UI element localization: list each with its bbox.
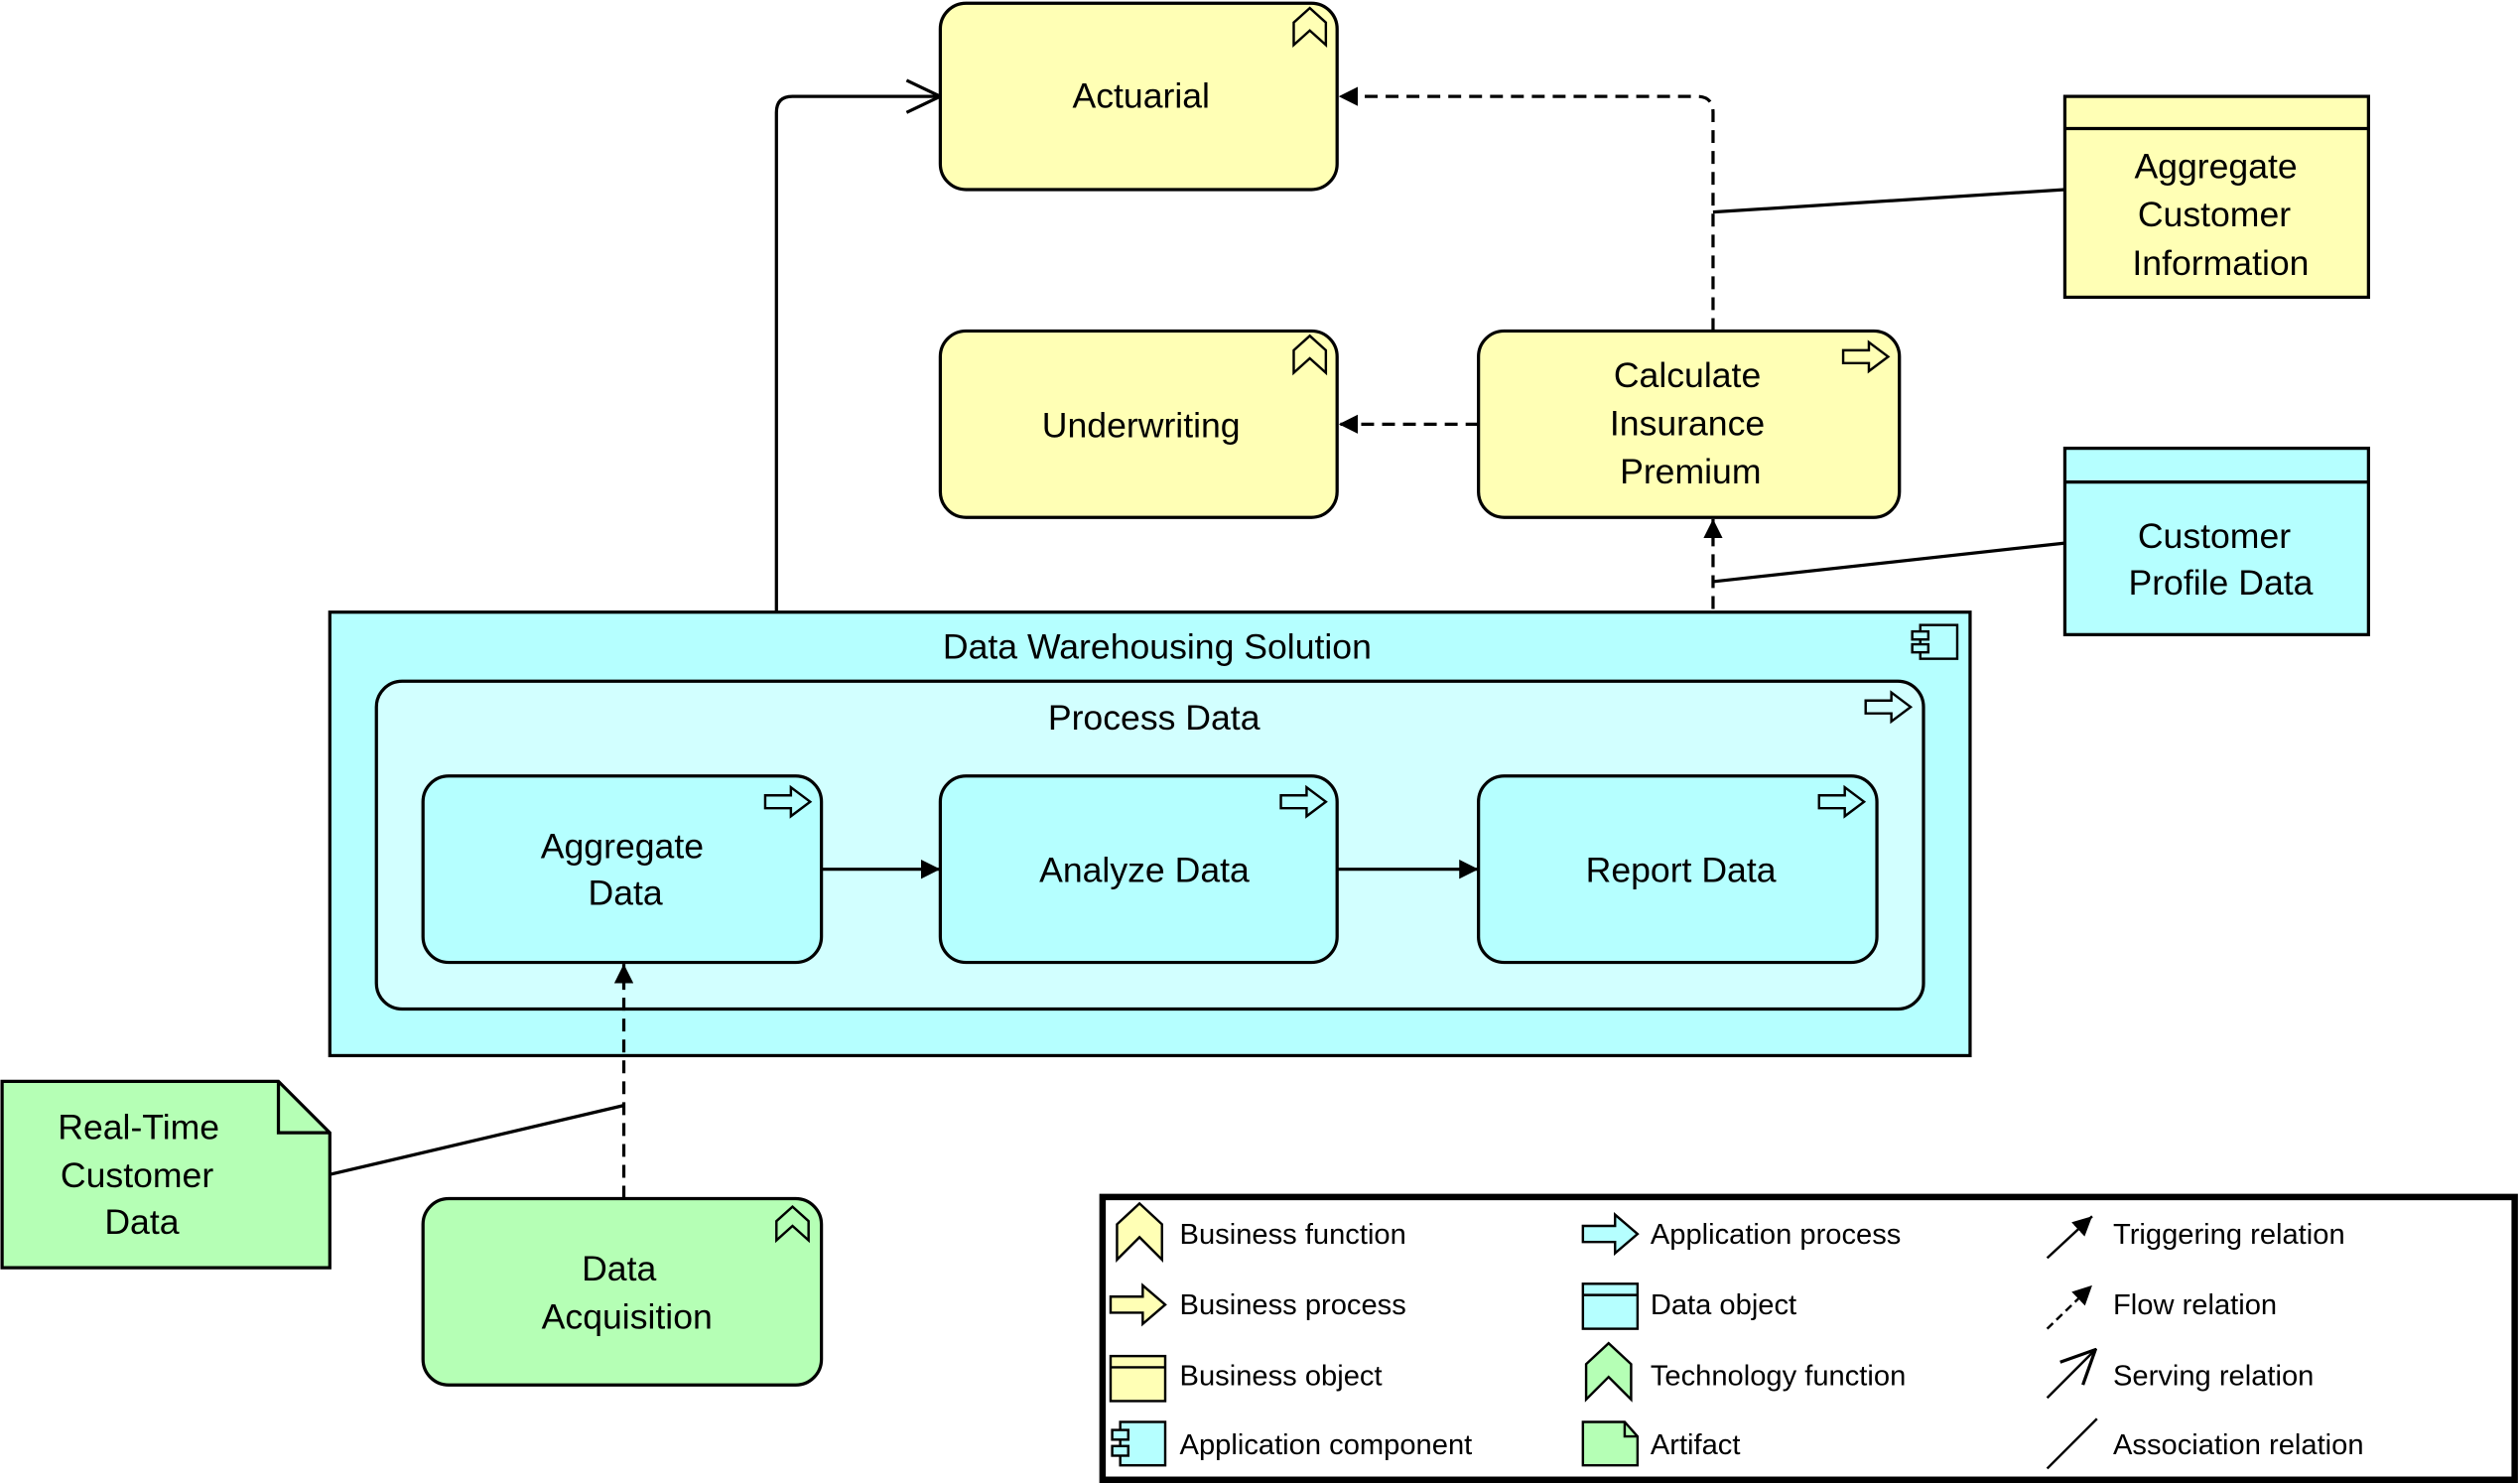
association-relation-realtime-data[interactable] [329,1104,624,1176]
artifact-icon [1581,1420,1640,1467]
legend-label: Business object [1180,1360,1383,1392]
association-relation-customer-profile[interactable] [1712,541,2065,584]
element-label: Report Data [1586,851,1777,890]
element-label: Aggregate [541,826,704,866]
element-label: Data [582,1249,656,1288]
element-label: Calculate [1614,355,1761,395]
legend-label: Technology function [1651,1360,1906,1392]
artifact-realtime-customer-data[interactable]: Real-Time Customer Data [0,1079,332,1270]
legend: Business function Business process Busin… [1099,1193,2518,1483]
legend-label: Data object [1651,1289,1796,1321]
element-label: Process Data [1048,698,1260,738]
business-object-icon [1109,1354,1167,1403]
legend-label: Association relation [2113,1429,2364,1461]
legend-label: Triggering relation [2113,1219,2345,1251]
application-process-aggregate-data[interactable]: Aggregate Data [421,774,824,965]
legend-label: Flow relation [2113,1289,2277,1321]
element-label: Acquisition [542,1297,713,1337]
data-object-customer-profile[interactable]: Customer Profile Data [2062,446,2370,636]
business-function-actuarial[interactable]: Actuarial [938,1,1339,192]
element-label: Actuarial [1072,75,1209,115]
data-object-icon [1581,1282,1640,1330]
element-label: Premium [1620,452,1761,491]
legend-label: Business function [1180,1219,1406,1251]
business-process-calculate-premium[interactable]: Calculate Insurance Premium [1477,329,1902,519]
legend-label: Artifact [1651,1429,1741,1461]
legend-label: Application component [1180,1429,1473,1461]
legend-label: Business process [1180,1289,1406,1321]
element-label: Information [2132,243,2309,283]
application-component-icon [1111,1420,1167,1467]
serving-relation[interactable] [774,96,940,612]
application-process-report-data[interactable]: Report Data [1477,774,1879,965]
element-label: Analyze Data [1039,851,1250,890]
legend-label: Serving relation [2113,1360,2314,1392]
archimate-diagram: Actuarial Underwriting Calculate Insuran… [0,1,2518,1483]
business-function-underwriting[interactable]: Underwriting [938,329,1339,519]
element-label: Customer [2138,516,2291,556]
technology-function-data-acquisition[interactable]: Data Acquisition [421,1196,824,1387]
element-label: Aggregate [2134,147,2297,187]
business-object-aggregate-customer-info[interactable]: Aggregate Customer Information [2062,94,2370,300]
element-label: Data [589,873,663,912]
element-label: Profile Data [2128,563,2313,603]
element-label: Data [104,1202,179,1242]
element-label: Real-Time [58,1108,219,1147]
element-label: Customer [61,1155,213,1195]
element-label: Data Warehousing Solution [943,627,1372,667]
element-label: Underwriting [1042,405,1241,445]
legend-label: Application process [1651,1219,1902,1251]
flow-relation-premium-actuarial[interactable] [1338,86,1715,332]
element-label: Customer [2138,195,2291,234]
association-relation-aggregate-info[interactable] [1712,188,2065,214]
application-process-analyze-data[interactable]: Analyze Data [938,774,1339,965]
element-label: Insurance [1610,404,1765,444]
